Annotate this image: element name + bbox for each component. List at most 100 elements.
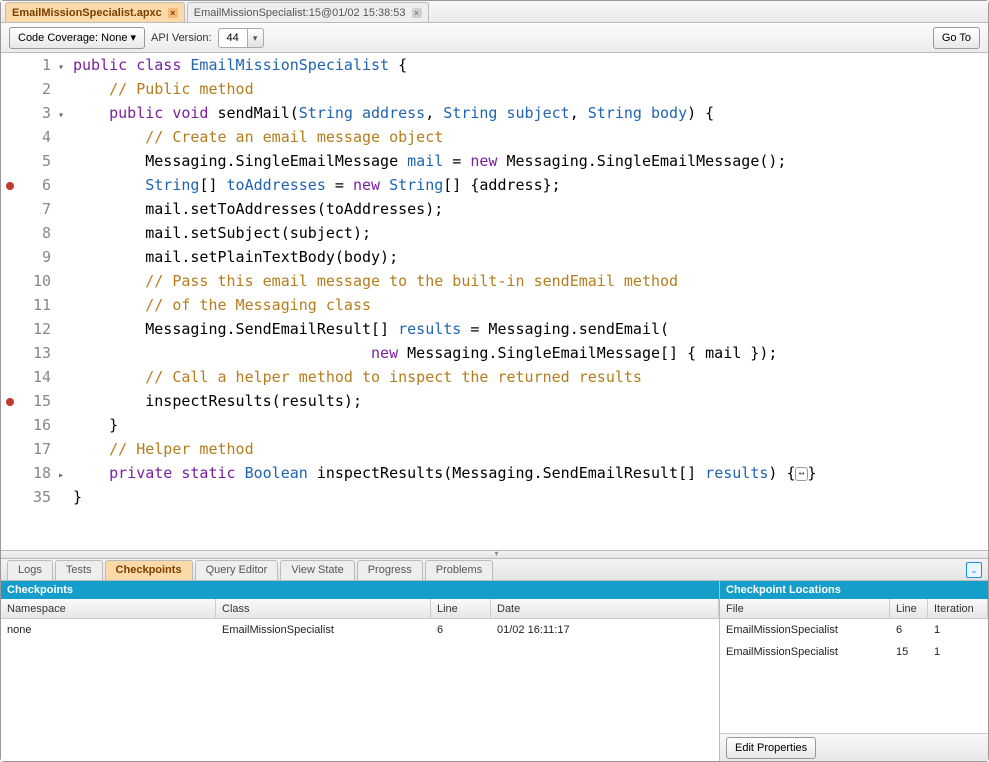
file-tabs: EmailMissionSpecialist.apxc × EmailMissi… (1, 1, 988, 23)
file-tab-log[interactable]: EmailMissionSpecialist:15@01/02 15:38:53… (187, 2, 429, 22)
line-number: 4 (19, 125, 51, 149)
breakpoint-gutter[interactable] (1, 413, 19, 437)
breakpoint-gutter[interactable] (1, 173, 19, 197)
line-number: 3 (19, 101, 51, 125)
col-date[interactable]: Date (491, 599, 719, 618)
col-line[interactable]: Line (890, 599, 928, 618)
line-number: 7 (19, 197, 51, 221)
api-version-label: API Version: (151, 32, 212, 44)
fold-icon[interactable]: ▾ (55, 56, 67, 80)
location-row[interactable]: EmailMissionSpecialist 15 1 (720, 641, 988, 663)
code-line[interactable]: // Helper method (73, 437, 988, 461)
breakpoint-gutter[interactable] (1, 269, 19, 293)
panel-title: Checkpoints (1, 581, 719, 599)
col-class[interactable]: Class (216, 599, 431, 618)
tab-view-state[interactable]: View State (280, 560, 354, 580)
breakpoint-gutter[interactable] (1, 461, 19, 485)
breakpoint-gutter[interactable] (1, 53, 19, 77)
code-line[interactable]: private static Boolean inspectResults(Me… (73, 461, 988, 485)
line-number: 14 (19, 365, 51, 389)
code-coverage-select[interactable]: Code Coverage: None ▾ (9, 27, 145, 49)
col-namespace[interactable]: Namespace (1, 599, 216, 618)
edit-properties-button[interactable]: Edit Properties (726, 737, 816, 759)
code-line[interactable]: // Pass this email message to the built-… (73, 269, 988, 293)
breakpoint-icon[interactable] (6, 182, 14, 190)
line-number: 10 (19, 269, 51, 293)
line-number: 12 (19, 317, 51, 341)
tab-checkpoints[interactable]: Checkpoints (105, 560, 193, 580)
code-line[interactable]: public class EmailMissionSpecialist { (73, 53, 988, 77)
breakpoint-gutter[interactable] (1, 101, 19, 125)
code-line[interactable]: mail.setPlainTextBody(body); (73, 245, 988, 269)
code-line[interactable]: public void sendMail(String address, Str… (73, 101, 988, 125)
tab-tests[interactable]: Tests (55, 560, 103, 580)
breakpoint-gutter[interactable] (1, 197, 19, 221)
panel-title: Checkpoint Locations (720, 581, 988, 599)
code-editor[interactable]: 12345678910111213141516171835 ▾▾▸ public… (1, 53, 988, 551)
code-line[interactable]: mail.setSubject(subject); (73, 221, 988, 245)
api-version-input[interactable] (218, 28, 248, 48)
file-tab-main[interactable]: EmailMissionSpecialist.apxc × (5, 2, 185, 22)
code-line[interactable]: String[] toAddresses = new String[] {add… (73, 173, 988, 197)
code-line[interactable]: // of the Messaging class (73, 293, 988, 317)
breakpoint-gutter[interactable] (1, 125, 19, 149)
editor-toolbar: Code Coverage: None ▾ API Version: ▾ Go … (1, 23, 988, 53)
breakpoint-gutter[interactable] (1, 389, 19, 413)
line-number: 35 (19, 485, 51, 509)
line-number: 6 (19, 173, 51, 197)
breakpoint-gutter[interactable] (1, 149, 19, 173)
line-number: 15 (19, 389, 51, 413)
line-number: 5 (19, 149, 51, 173)
bottom-panels: Checkpoints Namespace Class Line Date no… (1, 581, 988, 761)
line-number: 1 (19, 53, 51, 77)
fold-icon[interactable]: ▾ (55, 104, 67, 128)
code-line[interactable]: mail.setToAddresses(toAddresses); (73, 197, 988, 221)
close-icon[interactable]: × (412, 8, 422, 18)
code-line[interactable]: // Call a helper method to inspect the r… (73, 365, 988, 389)
tab-logs[interactable]: Logs (7, 560, 53, 580)
line-number: 16 (19, 413, 51, 437)
breakpoint-gutter[interactable] (1, 245, 19, 269)
splitter-handle[interactable] (1, 551, 988, 559)
tab-problems[interactable]: Problems (425, 560, 493, 580)
code-line[interactable]: inspectResults(results); (73, 389, 988, 413)
goto-button[interactable]: Go To (933, 27, 980, 49)
line-number: 18 (19, 461, 51, 485)
col-iteration[interactable]: Iteration (928, 599, 988, 618)
breakpoint-gutter[interactable] (1, 341, 19, 365)
locations-header: File Line Iteration (720, 599, 988, 619)
checkpoints-header: Namespace Class Line Date (1, 599, 719, 619)
col-file[interactable]: File (720, 599, 890, 618)
code-line[interactable]: Messaging.SingleEmailMessage mail = new … (73, 149, 988, 173)
code-line[interactable]: new Messaging.SingleEmailMessage[] { mai… (73, 341, 988, 365)
checkpoints-panel: Checkpoints Namespace Class Line Date no… (1, 581, 720, 761)
checkpoint-locations-panel: Checkpoint Locations File Line Iteration… (720, 581, 988, 761)
breakpoint-gutter[interactable] (1, 221, 19, 245)
breakpoint-gutter[interactable] (1, 293, 19, 317)
line-number: 13 (19, 341, 51, 365)
file-tab-label: EmailMissionSpecialist.apxc (12, 7, 162, 19)
checkpoint-row[interactable]: none EmailMissionSpecialist 6 01/02 16:1… (1, 619, 719, 641)
breakpoint-gutter[interactable] (1, 437, 19, 461)
line-number: 17 (19, 437, 51, 461)
tab-progress[interactable]: Progress (357, 560, 423, 580)
tab-query-editor[interactable]: Query Editor (195, 560, 279, 580)
line-number: 11 (19, 293, 51, 317)
breakpoint-gutter[interactable] (1, 365, 19, 389)
breakpoint-gutter[interactable] (1, 317, 19, 341)
code-line[interactable]: Messaging.SendEmailResult[] results = Me… (73, 317, 988, 341)
close-icon[interactable]: × (168, 8, 178, 18)
code-line[interactable]: // Public method (73, 77, 988, 101)
bottom-tabs: Logs Tests Checkpoints Query Editor View… (1, 559, 988, 581)
code-line[interactable]: } (73, 485, 988, 509)
breakpoint-icon[interactable] (6, 398, 14, 406)
location-row[interactable]: EmailMissionSpecialist 6 1 (720, 619, 988, 641)
breakpoint-gutter[interactable] (1, 77, 19, 101)
col-line[interactable]: Line (431, 599, 491, 618)
breakpoint-gutter[interactable] (1, 485, 19, 509)
chevron-down-icon[interactable]: ▾ (248, 28, 264, 48)
fold-icon[interactable]: ▸ (55, 464, 67, 488)
code-line[interactable]: } (73, 413, 988, 437)
expand-icon[interactable]: ⌄ (966, 562, 982, 578)
code-line[interactable]: // Create an email message object (73, 125, 988, 149)
